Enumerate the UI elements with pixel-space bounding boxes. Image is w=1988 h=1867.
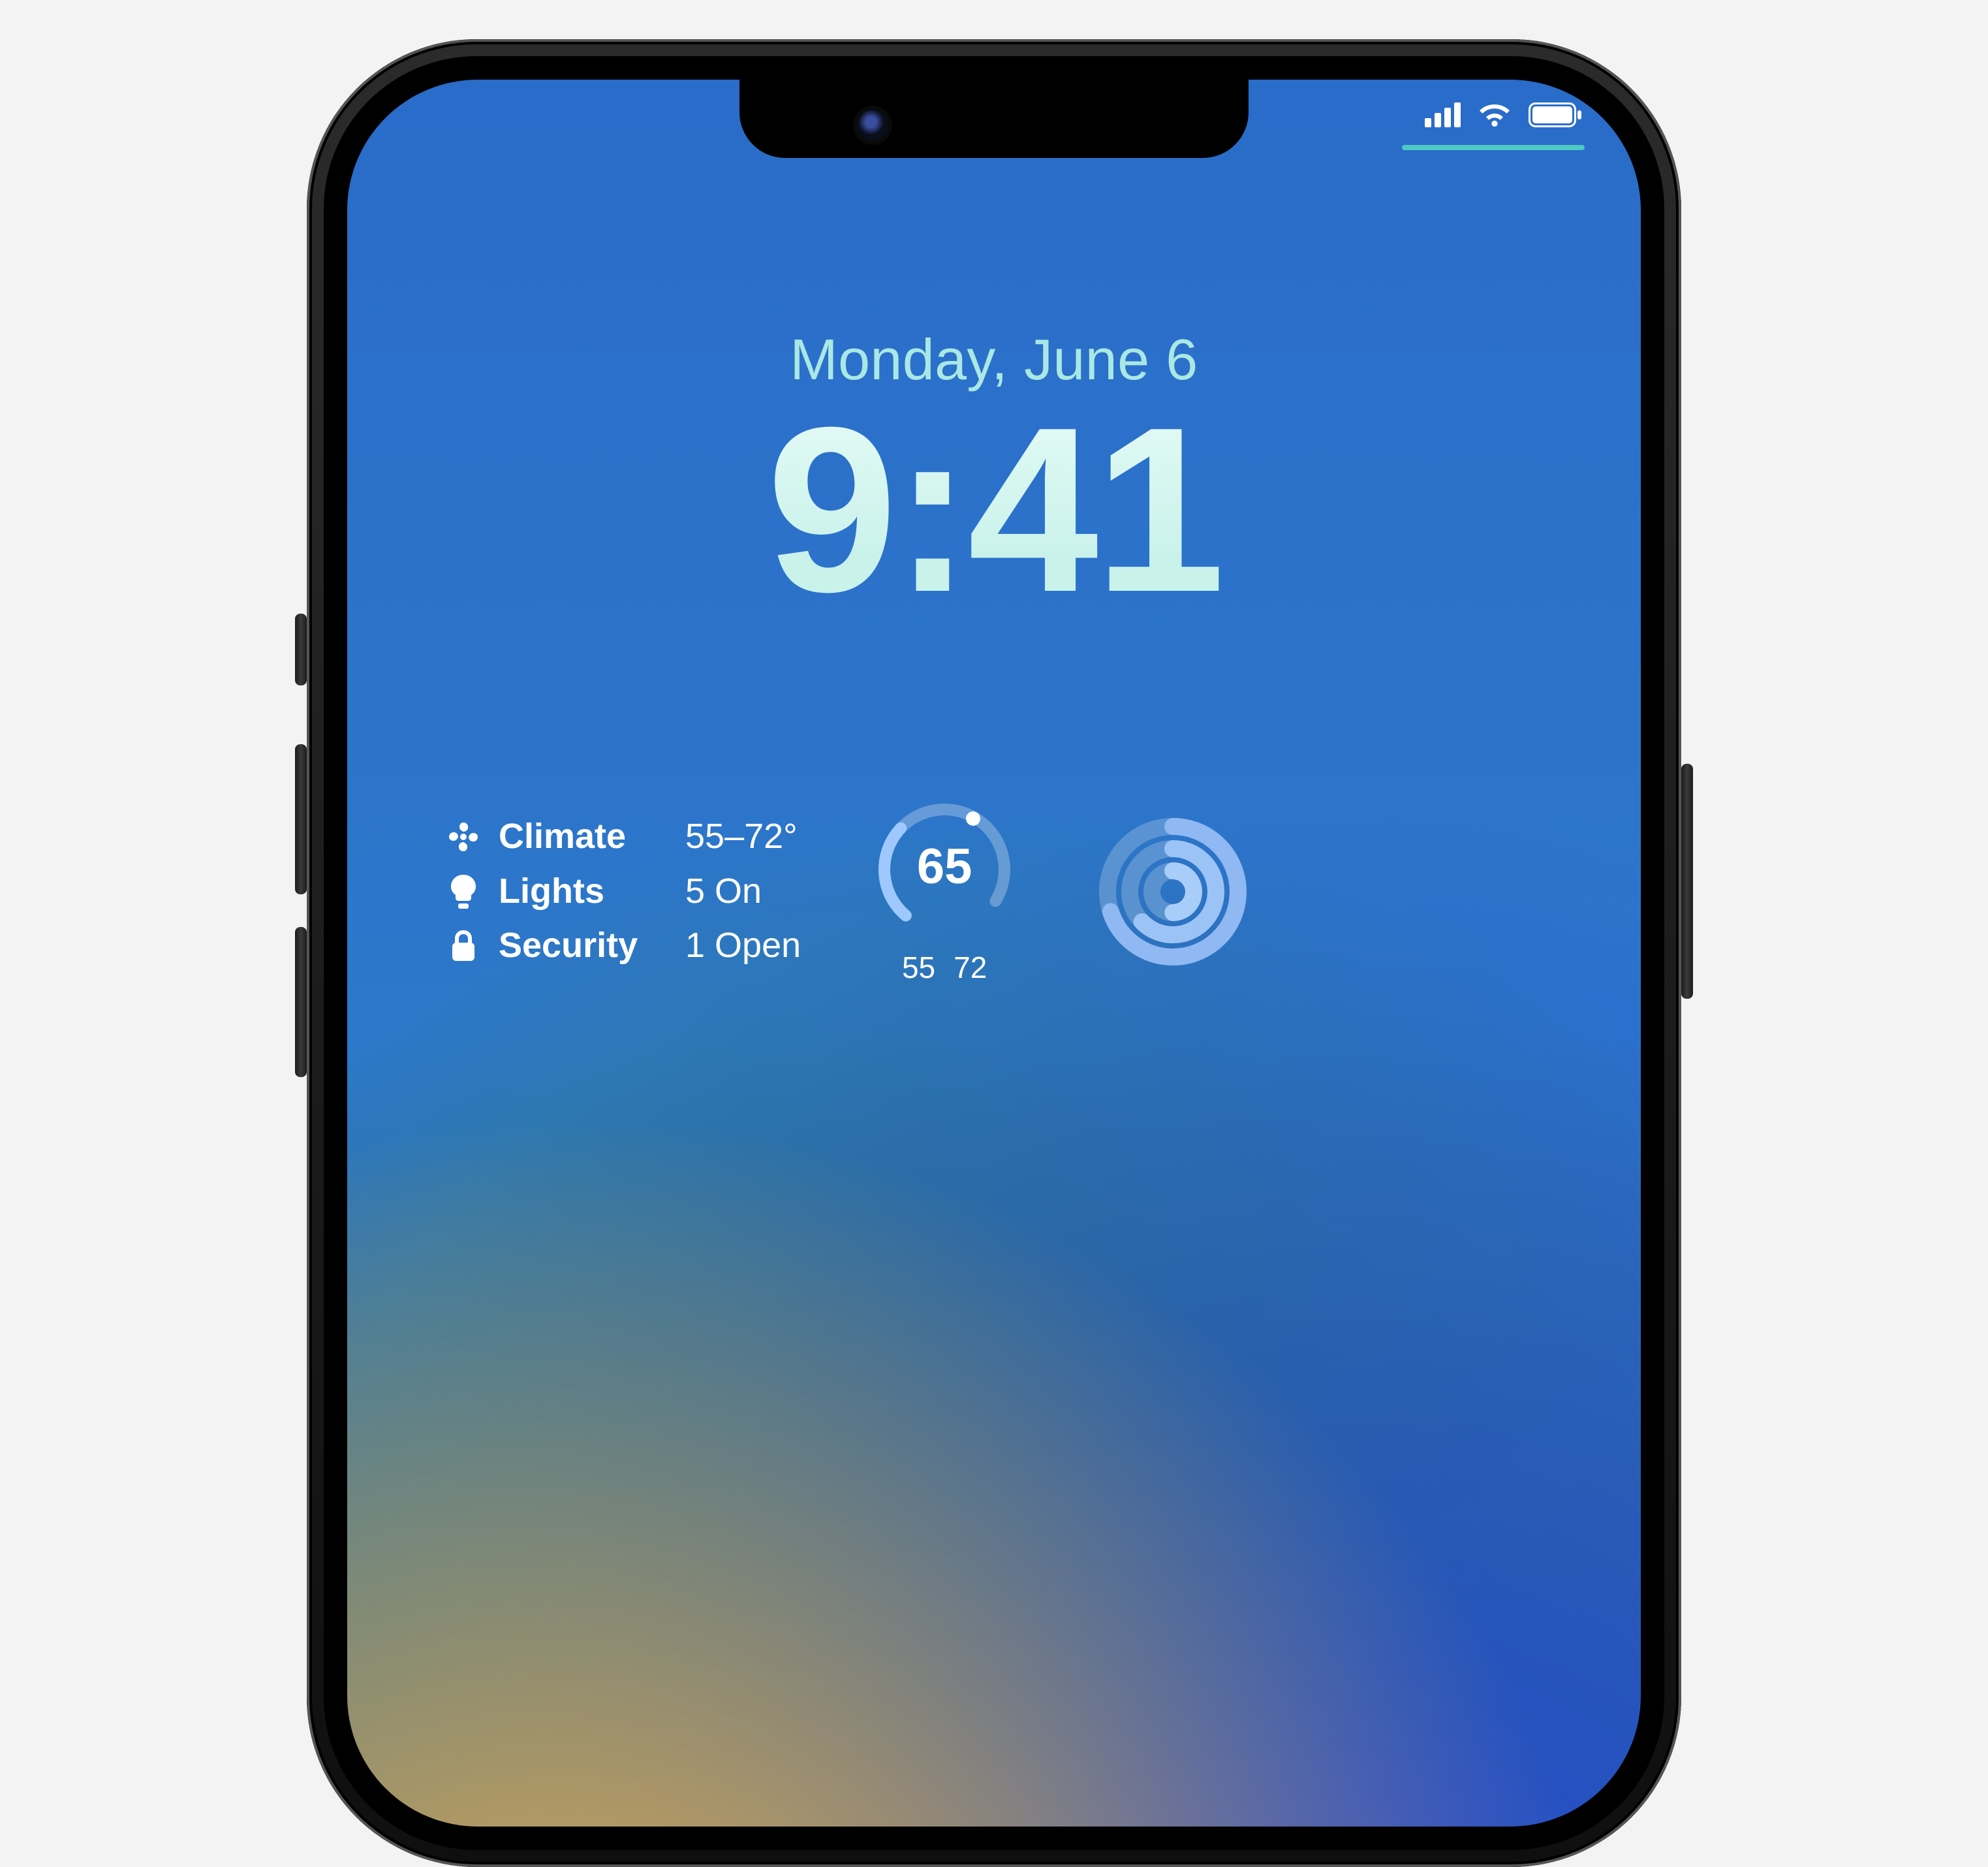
bulb-icon	[445, 875, 482, 909]
home-widget-row-security: Security 1 Open	[445, 918, 801, 973]
phone-frame: Monday, June 6 9:41	[307, 39, 1681, 1867]
home-widget-label: Lights	[499, 864, 668, 919]
weather-current-temp: 65	[860, 838, 1029, 895]
lock-icon	[445, 930, 482, 962]
volume-up-button[interactable]	[295, 744, 307, 894]
weather-low-temp: 55	[902, 950, 935, 985]
home-widget-value: 1 Open	[685, 918, 801, 973]
fan-icon	[445, 821, 482, 853]
activity-rings-widget[interactable]	[1088, 813, 1258, 970]
home-widget-value: 55–72°	[685, 809, 798, 864]
home-widget-value: 5 On	[685, 864, 762, 919]
home-widget-row-climate: Climate 55–72°	[445, 809, 801, 864]
power-button[interactable]	[1681, 764, 1693, 999]
home-widget-row-lights: Lights 5 On	[445, 864, 801, 919]
home-widget-label: Climate	[499, 809, 668, 864]
volume-down-button[interactable]	[295, 927, 307, 1077]
phone-screen: Monday, June 6 9:41	[347, 80, 1641, 1827]
home-widget-label: Security	[499, 918, 668, 973]
lock-screen[interactable]: Monday, June 6 9:41	[347, 80, 1641, 1827]
phone-bezel: Monday, June 6 9:41	[324, 56, 1664, 1850]
activity-rings-icon	[1095, 813, 1251, 970]
lock-widget-row: Climate 55–72° Lights 5 On	[445, 798, 1543, 985]
lock-time: 9:41	[347, 386, 1641, 633]
weather-widget[interactable]: 65 55 72	[860, 798, 1029, 985]
home-app-widget[interactable]: Climate 55–72° Lights 5 On	[445, 809, 801, 973]
mute-switch[interactable]	[295, 614, 307, 685]
weather-high-temp: 72	[954, 950, 987, 985]
